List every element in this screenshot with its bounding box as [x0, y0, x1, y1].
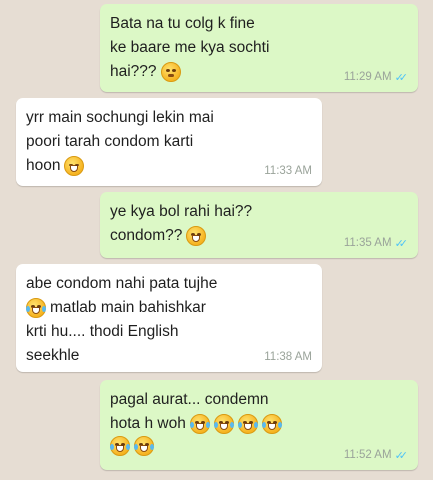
- blush-face-emoji: [64, 156, 85, 177]
- message-bubble-outgoing[interactable]: pagal aurat... condemn hota h woh 11:52 …: [100, 380, 418, 470]
- tears-of-joy-emoji: [189, 414, 210, 435]
- tears-of-joy-emoji: [110, 436, 130, 457]
- read-ticks-icon: ✓✓: [394, 237, 409, 250]
- tears-of-joy-emoji: [26, 298, 46, 319]
- message-meta: 11:29 AM ✓✓: [344, 69, 408, 87]
- message-text-line: ke baare me kya sochti: [110, 39, 270, 57]
- tears-of-joy-emoji: [134, 436, 154, 457]
- tears-of-joy-emoji: [213, 414, 234, 435]
- read-ticks-icon: ✓✓: [394, 449, 409, 462]
- message-text-line: abe condom nahi pata tujhe: [26, 275, 218, 292]
- grin-face-emoji: [186, 226, 207, 247]
- tears-of-joy-emoji: [261, 414, 282, 435]
- tears-of-joy-emoji: [237, 414, 258, 435]
- chat-conversation: Bata na tu colg k fine ke baare me kya s…: [0, 0, 433, 480]
- message-meta: 11:35 AM ✓✓: [344, 235, 408, 253]
- message-bubble-outgoing[interactable]: ye kya bol rahi hai?? condom?? 11:35 AM …: [100, 192, 418, 258]
- message-meta: 11:33 AM: [264, 163, 312, 181]
- read-ticks-icon: ✓✓: [394, 71, 409, 84]
- message-bubble-outgoing[interactable]: Bata na tu colg k fine ke baare me kya s…: [100, 4, 418, 92]
- message-text-line: Bata na tu colg k fine: [110, 15, 255, 32]
- message-time: 11:35 AM: [343, 237, 392, 250]
- message-bubble-incoming[interactable]: abe condom nahi pata tujhe matlab main b…: [16, 264, 322, 372]
- message-meta: 11:38 AM: [264, 349, 312, 367]
- message-time: 11:33 AM: [264, 165, 312, 178]
- message-text-line: yrr main sochungi lekin mai: [26, 109, 214, 126]
- message-time: 11:38 AM: [264, 351, 312, 364]
- message-text-line: matlab main bahishkar: [26, 296, 312, 320]
- message-text-line: krti hu.... thodi English: [26, 323, 179, 341]
- message-text-line: poori tarah condom karti: [26, 133, 194, 151]
- message-time: 11:29 AM: [343, 71, 392, 84]
- message-text-line: pagal aurat... condemn: [110, 391, 269, 408]
- message-bubble-incoming[interactable]: yrr main sochungi lekin mai poori tarah …: [16, 98, 322, 186]
- message-text-line: ye kya bol rahi hai??: [110, 203, 253, 220]
- squint-face-emoji: [160, 62, 181, 83]
- message-time: 11:52 AM: [343, 449, 392, 462]
- message-text-line: hota h woh: [110, 412, 408, 436]
- message-meta: 11:52 AM ✓✓: [344, 447, 408, 465]
